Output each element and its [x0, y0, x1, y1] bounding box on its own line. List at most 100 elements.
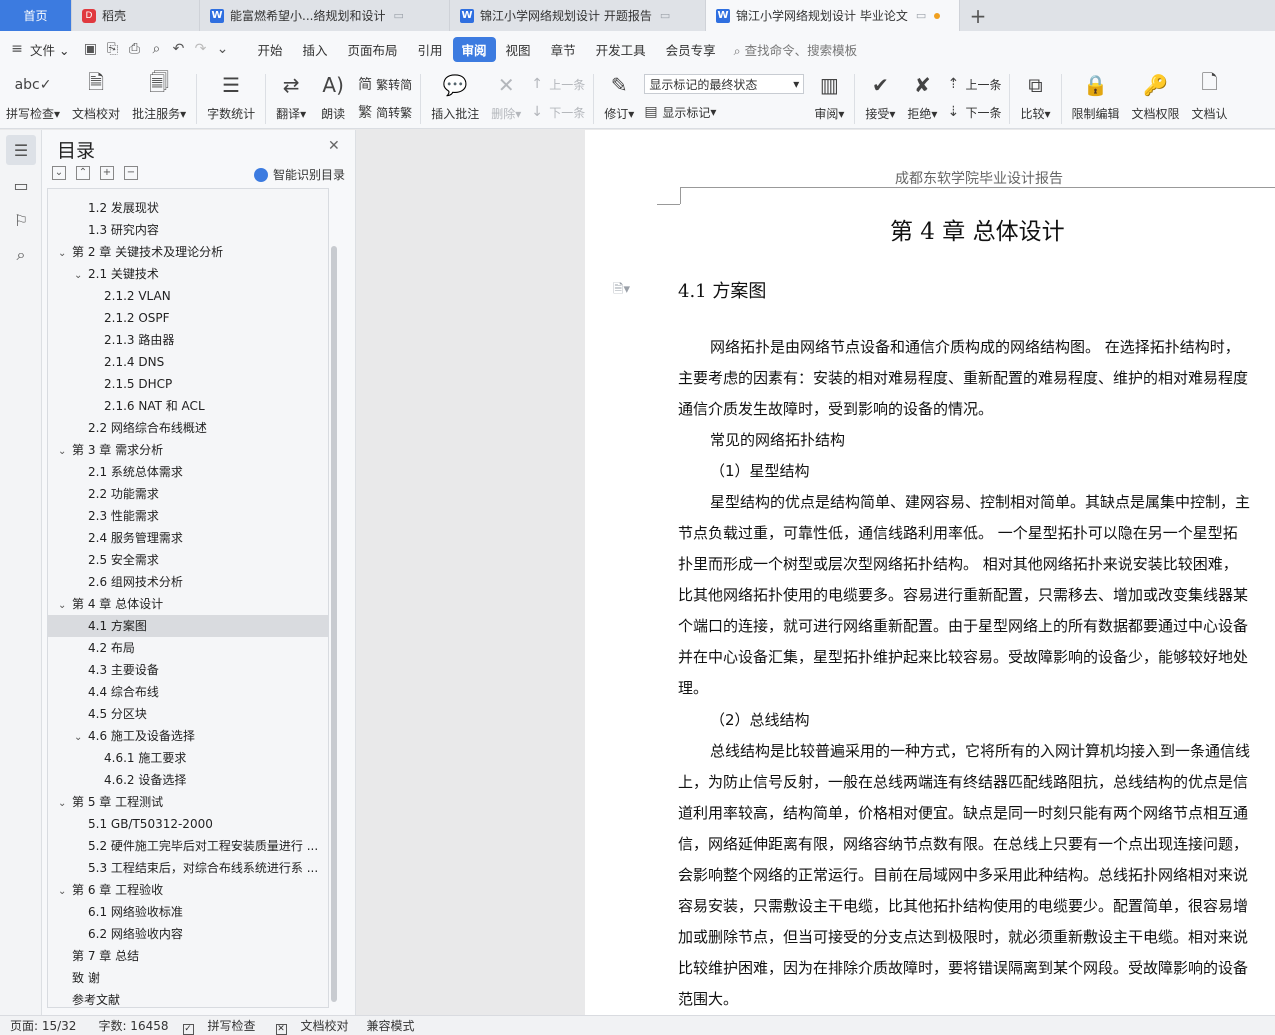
track-changes-button[interactable]: ✎ 修订▾: [598, 70, 640, 122]
tab-home[interactable]: 首页: [0, 0, 72, 31]
toc-item[interactable]: ⌄ 第 6 章 工程验收: [48, 879, 328, 901]
compare-button[interactable]: ⧉ 比较▾: [1014, 70, 1056, 122]
remove-heading-icon[interactable]: −: [124, 166, 138, 180]
menu-references[interactable]: 引用: [408, 40, 453, 59]
toc-item[interactable]: ⌄ 第 3 章 需求分析: [48, 439, 328, 461]
doc-proof-button[interactable]: 🗎 文档校对: [66, 70, 126, 122]
export-pdf-icon[interactable]: ⎘: [101, 38, 123, 60]
document-page[interactable]: 成都东软学院毕业设计报告 第 4 章 总体设计 🗎▾ 4.1 方案图 网络拓扑是…: [585, 130, 1275, 1015]
toc-item[interactable]: 5.1 GB/T50312-2000: [48, 813, 328, 835]
trad-to-simp-button[interactable]: 简繁转简: [358, 72, 412, 96]
next-comment-button[interactable]: ↓ 下一条: [531, 100, 585, 124]
menu-file[interactable]: 文件 ⌄: [28, 40, 79, 59]
status-spell-check[interactable]: ✓ 拼写检查: [182, 1017, 256, 1035]
reject-button[interactable]: ✘ 拒绝▾: [901, 70, 943, 122]
tab-doc-2[interactable]: W 锦江小学网络规划设计 开题报告 ▭: [450, 0, 706, 31]
hamburger-icon[interactable]: ≡: [6, 38, 28, 60]
toc-item[interactable]: 4.6.1 施工要求: [48, 747, 328, 769]
toc-item[interactable]: ⌄ 2.1 关键技术: [48, 263, 328, 285]
tab-daoke[interactable]: D 稻壳: [72, 0, 200, 31]
review-pane-button[interactable]: ▥ 审阅▾: [808, 70, 850, 122]
show-markup-button[interactable]: ▤ 显示标记 ▾: [644, 100, 804, 124]
toc-item[interactable]: 1.3 研究内容: [48, 219, 328, 241]
toc-pane-icon[interactable]: ☰: [6, 135, 36, 165]
menu-member[interactable]: 会员专享: [656, 40, 726, 59]
menu-page-layout[interactable]: 页面布局: [338, 40, 408, 59]
collapse-all-icon[interactable]: ⌄: [52, 166, 66, 180]
toc-scrollbar[interactable]: [331, 246, 337, 1002]
smart-toc-button[interactable]: 智能识别目录: [254, 166, 345, 183]
toc-item[interactable]: 4.2 布局: [48, 637, 328, 659]
toc-item[interactable]: 2.1 系统总体需求: [48, 461, 328, 483]
toc-item[interactable]: 2.2 网络综合布线概述: [48, 417, 328, 439]
bookmark-icon[interactable]: ⚐: [6, 205, 36, 235]
status-doc-proof[interactable]: ✕ 文档校对: [275, 1017, 349, 1035]
menu-start[interactable]: 开始: [247, 40, 292, 59]
toc-item[interactable]: 2.4 服务管理需求: [48, 527, 328, 549]
toc-item[interactable]: 6.1 网络验收标准: [48, 901, 328, 923]
toc-item[interactable]: 1.2 发展现状: [48, 197, 328, 219]
doc-certify-button[interactable]: 🗋 文档认: [1186, 70, 1234, 122]
menu-view[interactable]: 视图: [496, 40, 541, 59]
toc-item[interactable]: ⌄ 第 5 章 工程测试: [48, 791, 328, 813]
toc-item[interactable]: 2.1.6 NAT 和 ACL: [48, 395, 328, 417]
restrict-editing-button[interactable]: 🔒 限制编辑: [1066, 70, 1126, 122]
toc-item[interactable]: 2.5 安全需求: [48, 549, 328, 571]
next-revision-button[interactable]: ⇣ 下一条: [947, 100, 1001, 124]
toc-item[interactable]: 2.1.2 VLAN: [48, 285, 328, 307]
chevron-down-icon[interactable]: ⌄: [58, 243, 72, 263]
prev-revision-button[interactable]: ⇡ 上一条: [947, 72, 1001, 96]
markup-state-select[interactable]: 显示标记的最终状态 ▾: [644, 72, 805, 96]
chevron-down-icon[interactable]: ⌄: [58, 881, 72, 901]
expand-all-icon[interactable]: ⌃: [76, 166, 90, 180]
toc-item[interactable]: 5.3 工程结束后，对综合布线系统进行系 ...: [48, 857, 328, 879]
tab-doc-3-active[interactable]: W 锦江小学网络规划设计 毕业论文 ▭: [706, 0, 960, 31]
redo-icon[interactable]: ↷: [189, 38, 211, 60]
chevron-down-icon[interactable]: ⌄: [58, 441, 72, 461]
search-icon[interactable]: ⌕: [6, 240, 36, 270]
toc-item[interactable]: 2.1.5 DHCP: [48, 373, 328, 395]
menu-chapter[interactable]: 章节: [541, 40, 586, 59]
toc-item-selected[interactable]: 4.1 方案图: [48, 615, 328, 637]
chevron-down-icon[interactable]: ⌄: [58, 793, 72, 813]
toc-item[interactable]: 2.2 功能需求: [48, 483, 328, 505]
command-search[interactable]: ⌕ 查找命令、搜索模板: [734, 40, 858, 59]
toc-item[interactable]: 参考文献: [48, 989, 328, 1007]
toc-item[interactable]: 2.1.3 路由器: [48, 329, 328, 351]
print-preview-icon[interactable]: ⌕: [145, 38, 167, 60]
word-count-button[interactable]: ☰ 字数统计: [201, 70, 261, 122]
toc-item[interactable]: 第 7 章 总结: [48, 945, 328, 967]
chevron-down-icon[interactable]: ⌄: [74, 265, 88, 285]
doc-permission-button[interactable]: 🔑 文档权限: [1126, 70, 1186, 122]
add-heading-icon[interactable]: +: [100, 166, 114, 180]
toc-item[interactable]: 2.6 组网技术分析: [48, 571, 328, 593]
accept-button[interactable]: ✔ 接受▾: [859, 70, 901, 122]
paragraph-doc-icon[interactable]: 🗎▾: [613, 280, 630, 302]
toc-item[interactable]: 致 谢: [48, 967, 328, 989]
toc-item[interactable]: 4.3 主要设备: [48, 659, 328, 681]
menu-review[interactable]: 审阅: [452, 36, 496, 62]
toc-item[interactable]: ⌄ 第 2 章 关键技术及理论分析: [48, 241, 328, 263]
toc-item[interactable]: 2.3 性能需求: [48, 505, 328, 527]
annotate-service-button[interactable]: 🗐 批注服务▾: [126, 70, 192, 122]
chevron-down-icon[interactable]: ⌄: [74, 727, 88, 747]
toc-item[interactable]: ⌄ 第 4 章 总体设计: [48, 593, 328, 615]
translate-button[interactable]: ⇄ 翻译▾: [270, 70, 312, 122]
word-count[interactable]: 字数: 16458: [98, 1017, 168, 1034]
read-aloud-button[interactable]: A) 朗读: [312, 70, 354, 122]
tab-doc-1[interactable]: W 能富燃希望小...络规划和设计 ▭: [200, 0, 450, 31]
customize-arrow-icon[interactable]: ⌄: [211, 38, 233, 60]
menu-dev-tools[interactable]: 开发工具: [586, 40, 656, 59]
toc-item[interactable]: 2.1.4 DNS: [48, 351, 328, 373]
chapter-nav-icon[interactable]: ▭: [6, 170, 36, 200]
insert-comment-button[interactable]: 💬 插入批注: [425, 70, 485, 122]
simp-to-trad-button[interactable]: 繁简转繁: [358, 100, 412, 124]
toc-item[interactable]: 5.2 硬件施工完毕后对工程安装质量进行 ...: [48, 835, 328, 857]
print-icon[interactable]: ⎙: [123, 38, 145, 60]
toc-item[interactable]: 6.2 网络验收内容: [48, 923, 328, 945]
spell-check-button[interactable]: abc✓ 拼写检查▾: [0, 70, 66, 122]
prev-comment-button[interactable]: ↑ 上一条: [531, 72, 585, 96]
delete-comment-button[interactable]: ✕ 删除▾: [485, 70, 527, 122]
chevron-down-icon[interactable]: ⌄: [58, 595, 72, 615]
close-icon[interactable]: ✕: [328, 138, 340, 154]
